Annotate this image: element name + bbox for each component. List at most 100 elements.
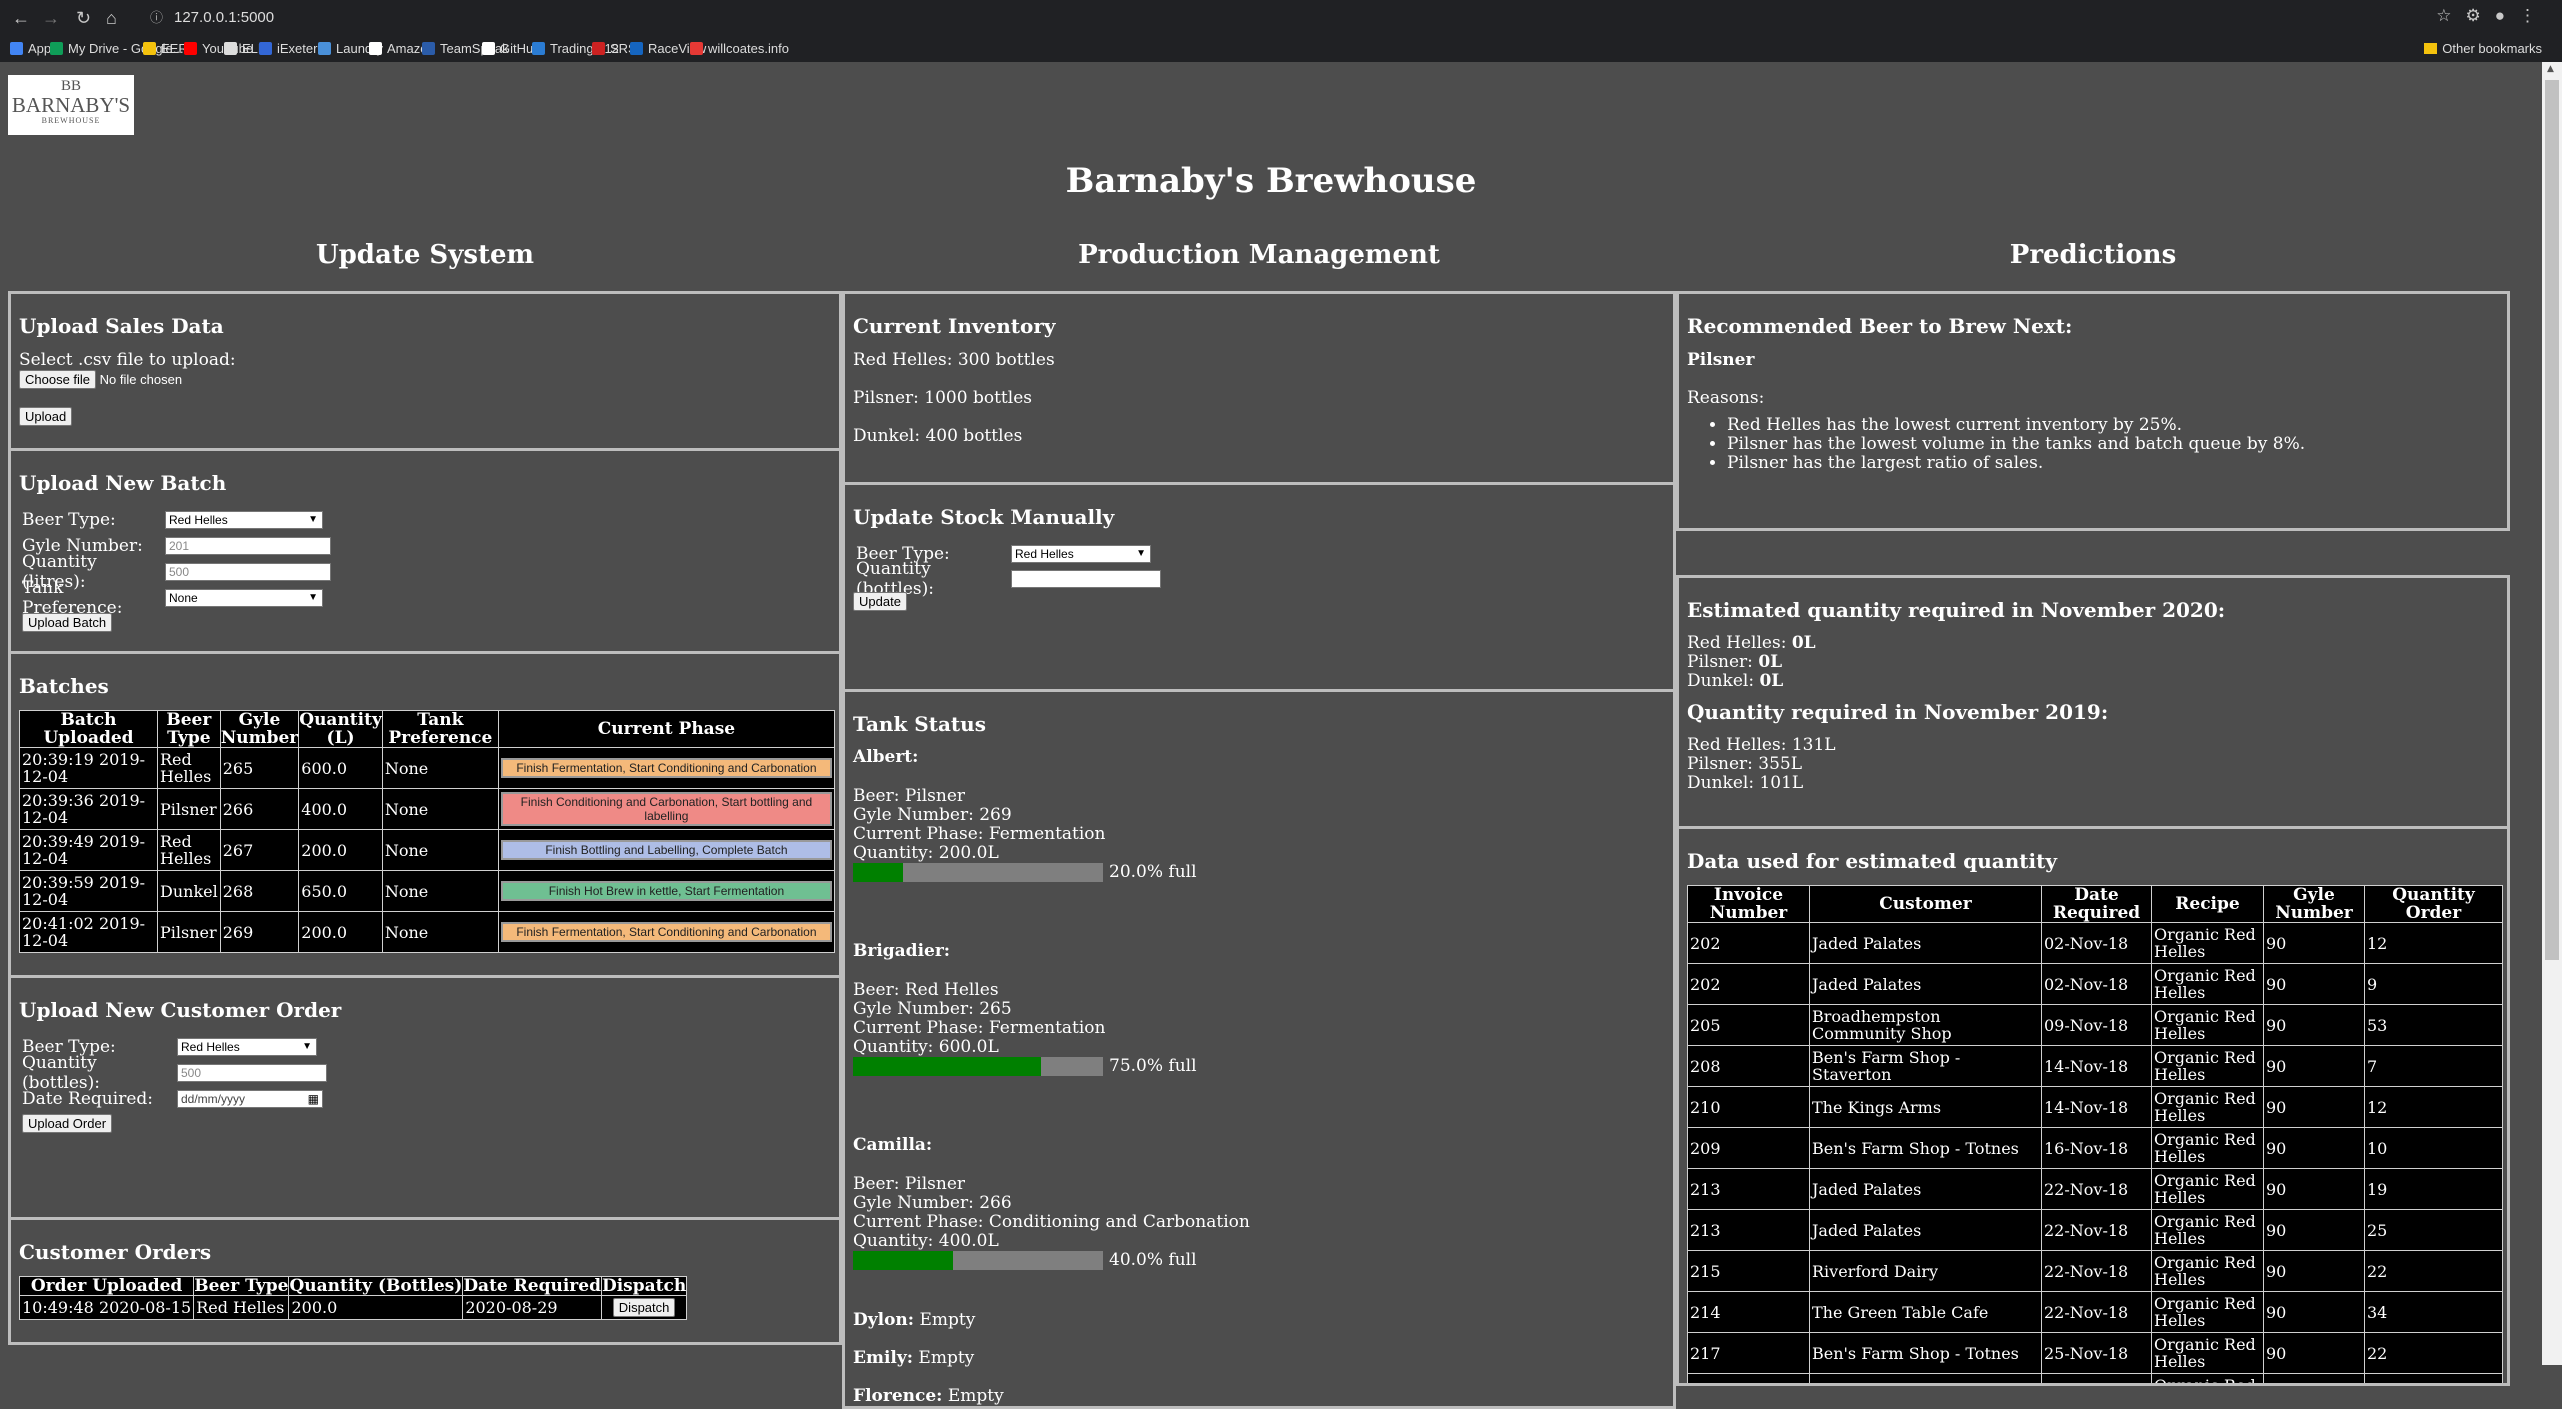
table-cell: 202 (1687, 922, 1810, 964)
table-cell: 20:41:02 2019-12-04 (19, 911, 158, 953)
previous-quantity-heading: Quantity required in November 2019: (1687, 700, 2109, 724)
bookmark-favicon-icon (224, 42, 237, 55)
bookmark-item[interactable]: willcoates.info (690, 41, 789, 56)
phase-action-button[interactable]: Finish Bottling and Labelling, Complete … (500, 840, 832, 860)
scrollbar-thumb[interactable] (2545, 80, 2559, 960)
table-cell: 268 (219, 870, 300, 912)
tank-fill-bar (853, 1251, 1103, 1270)
table-row: 218The Kings Arms27-Nov-18Organic Red He… (1687, 1373, 2503, 1383)
table-cell: Dunkel (157, 870, 221, 912)
tank-fill-row: 75.0% full (853, 1057, 1665, 1076)
upload-batch-panel: Upload New Batch Beer Type: Red Helles ▼ G… (8, 448, 842, 654)
bookmark-favicon-icon (10, 42, 23, 55)
update-stock-button[interactable]: Update (853, 592, 907, 611)
table-cell: 215 (1687, 1250, 1810, 1292)
reason-item: Pilsner has the largest ratio of sales. (1727, 454, 2499, 473)
column-heading-predictions: Predictions (2009, 240, 2177, 270)
address-bar[interactable]: ⓘ 127.0.0.1:5000 (140, 4, 2350, 32)
empty-tank: Emily: Empty (853, 1348, 1665, 1368)
table-cell: 90 (2263, 1373, 2365, 1383)
phase-action-button[interactable]: Finish Fermentation, Start Conditioning … (500, 758, 832, 778)
tank-card: Camilla: Beer: Pilsner Gyle Number: 266 Cur… (853, 1136, 1665, 1270)
no-file-text: No file chosen (99, 372, 183, 387)
table-cell: 202 (1687, 963, 1810, 1005)
table-cell: 9 (2364, 963, 2503, 1005)
table-cell: Organic Red Helles (2151, 1086, 2264, 1128)
tank-qty: Quantity: 400.0L (853, 1231, 999, 1251)
order-quantity-input[interactable]: 500 (177, 1064, 327, 1082)
reason-item: Pilsner has the lowest volume in the tan… (1727, 435, 2499, 454)
bookmark-favicon-icon (690, 42, 703, 55)
scroll-up-icon[interactable]: ▲ (2547, 64, 2554, 74)
tank-status: Empty (947, 1386, 1004, 1406)
tank-fill-level (853, 1057, 1041, 1076)
table-cell: Jaded Palates (1809, 963, 2042, 1005)
table-row: 205 Broadhempston Community Shop 09-Nov-18… (1687, 1004, 2503, 1046)
chevron-down-icon: ▼ (1136, 547, 1146, 559)
table-cell: 217 (1687, 1332, 1810, 1374)
batch-beer-type-select[interactable]: Red Helles ▼ (165, 511, 323, 529)
upload-batch-button[interactable]: Upload Batch (22, 613, 113, 632)
stock-quantity-input[interactable] (1011, 569, 1161, 588)
info-icon[interactable]: ⓘ (150, 4, 163, 32)
reasons-list: Red Helles has the lowest current invent… (1687, 416, 2499, 473)
bookmark-item[interactable]: iExeter (259, 41, 317, 56)
tank-beer: Beer: Red Helles (853, 980, 999, 1000)
upload-order-button[interactable]: Upload Order (22, 1114, 113, 1133)
recommendation-heading: Recommended Beer to Brew Next: (1687, 314, 2073, 338)
table-cell: 7 (2364, 1045, 2503, 1087)
batch-tank-select[interactable]: None ▼ (165, 589, 323, 607)
table-cell: Red Helles (157, 829, 221, 871)
stock-beer-type-select[interactable]: Red Helles ▼ (1011, 544, 1151, 563)
table-cell: 02-Nov-18 (2041, 963, 2152, 1005)
table-cell: 22 (2364, 1332, 2503, 1374)
phase-cell: Finish Hot Brew in kettle, Start Ferment… (497, 870, 836, 912)
phase-action-button[interactable]: Finish Hot Brew in kettle, Start Ferment… (500, 881, 832, 901)
column-heading-production: Production Management (1078, 240, 1440, 270)
upload-sales-button[interactable]: Upload (19, 407, 73, 426)
table-row: 20:39:59 2019-12-04 Dunkel 268 650.0 None Fin… (19, 870, 836, 912)
calendar-icon[interactable]: ▦ (308, 1091, 319, 1107)
table-cell: Organic Red Helles (2151, 1127, 2264, 1169)
update-stock-heading: Update Stock Manually (853, 505, 1115, 529)
column-header: Beer Type (157, 710, 221, 748)
table-cell: 213 (1687, 1168, 1810, 1210)
forward-icon[interactable]: → (42, 8, 60, 29)
table-cell: 209 (1687, 1127, 1810, 1169)
column-header: Batch Uploaded (19, 710, 158, 748)
choose-file-button[interactable]: Choose file (19, 370, 97, 389)
phase-action-button[interactable]: Finish Conditioning and Carbonation, Sta… (500, 792, 832, 826)
table-cell: 200.0 (298, 829, 383, 871)
other-bookmarks[interactable]: Other bookmarks (2424, 41, 2542, 56)
table-cell: Pilsner (157, 911, 221, 953)
phase-action-button[interactable]: Finish Fermentation, Start Conditioning … (500, 922, 832, 942)
table-row: 20:39:36 2019-12-04 Pilsner 266 400.0 None Fi… (19, 788, 836, 830)
home-icon[interactable]: ⌂ (106, 8, 117, 29)
table-cell: 22-Nov-18 (2041, 1209, 2152, 1251)
column-header: Quantity (L) (298, 710, 383, 748)
back-icon[interactable]: ← (12, 8, 30, 29)
tank-status: Empty (918, 1348, 975, 1368)
order-beer-type-select[interactable]: Red Helles ▼ (177, 1038, 317, 1056)
vertical-scrollbar[interactable]: ▲ (2542, 62, 2562, 1365)
column-header: Current Phase (497, 710, 836, 748)
tank-fill-bar (853, 863, 1103, 882)
upload-sales-panel: Upload Sales Data Select .csv file to up… (8, 291, 842, 451)
extension-icons[interactable]: ☆⚙●⋮ (2436, 6, 2550, 26)
upload-order-heading: Upload New Customer Order (19, 998, 342, 1022)
empty-tank: Florence: Empty (853, 1386, 1665, 1406)
page-content: BB BARNABY'S BREWHOUSE Barnaby's Brewhou… (0, 62, 2542, 1409)
tank-status: Empty (919, 1310, 976, 1330)
bookmark-favicon-icon (50, 42, 63, 55)
dispatch-button[interactable]: Dispatch (612, 1298, 676, 1317)
order-date-input[interactable]: dd/mm/yyyy ▦ (177, 1090, 323, 1108)
previous-quantity-line: Pilsner: 355L (1687, 754, 1803, 774)
table-cell: 214 (1687, 1291, 1810, 1333)
data-used-table: Invoice Number Customer Date Required Recip… (1687, 885, 2503, 1383)
table-cell: 90 (2263, 1250, 2365, 1292)
batch-quantity-input[interactable]: 500 (165, 563, 331, 581)
reload-icon[interactable]: ↻ (76, 8, 91, 29)
batch-gyle-input[interactable]: 201 (165, 537, 331, 555)
data-used-heading: Data used for estimated quantity (1687, 849, 2057, 873)
brewhouse-logo: BB BARNABY'S BREWHOUSE (8, 75, 134, 135)
